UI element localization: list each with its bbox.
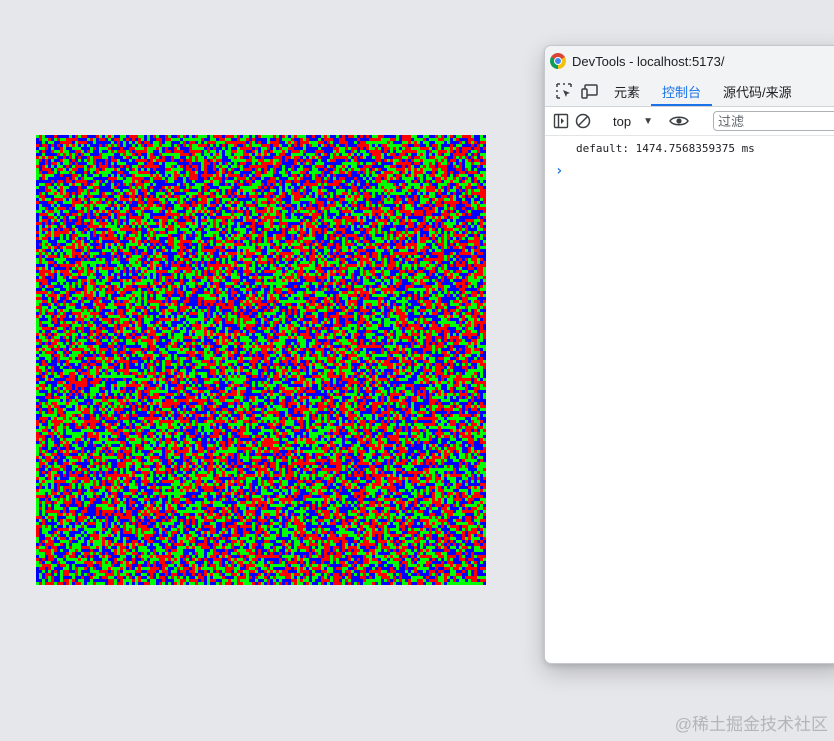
context-value: top (613, 113, 632, 129)
console-message: default: 1474.7568359375 ms (576, 142, 755, 155)
tab-elements[interactable]: 元素 (603, 76, 651, 106)
console-toolbar: top ▼ (545, 107, 834, 136)
watermark: @稀土掘金技术社区 (674, 715, 828, 734)
prompt-chevron-icon: › (555, 163, 564, 179)
eye-icon[interactable] (669, 109, 689, 133)
clear-console-icon[interactable] (575, 109, 591, 133)
devtools-titlebar[interactable]: DevTools - localhost:5173/ (545, 46, 834, 76)
filter-input[interactable] (712, 111, 834, 131)
console-prompt[interactable]: › (545, 156, 834, 178)
dropdown-caret-icon: ▼ (643, 115, 653, 127)
devtools-tabbar: 元素 控制台 源代码/来源 (545, 76, 834, 107)
inspect-element-icon[interactable] (551, 76, 577, 106)
window-title: DevTools - localhost:5173/ (572, 53, 725, 69)
tab-sources[interactable]: 源代码/来源 (712, 76, 803, 106)
sidebar-toggle-icon[interactable] (553, 109, 569, 133)
chrome-icon (550, 53, 566, 69)
device-toolbar-icon[interactable] (577, 76, 603, 106)
devtools-window: DevTools - localhost:5173/ 元素 控制台 源代码/来源 (544, 45, 834, 664)
tab-console[interactable]: 控制台 (651, 76, 713, 106)
console-output: default: 1474.7568359375 ms › (545, 136, 834, 178)
noise-canvas (36, 135, 486, 585)
context-selector[interactable]: top ▼ (609, 114, 657, 129)
